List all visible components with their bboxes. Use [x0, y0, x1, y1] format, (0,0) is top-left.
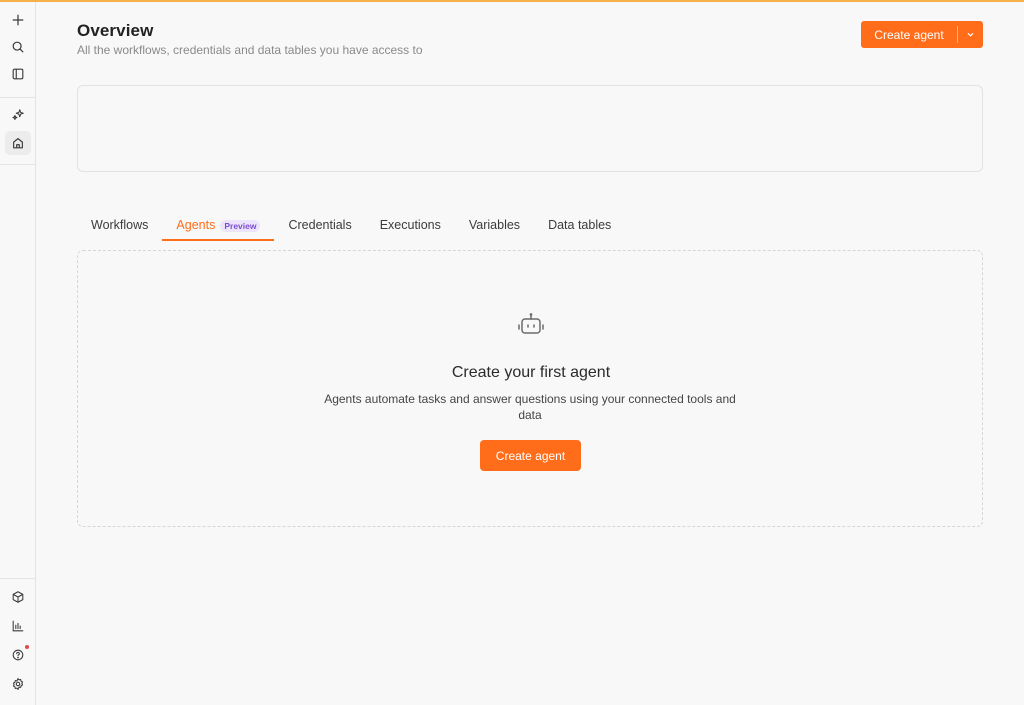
package-icon[interactable] — [5, 585, 31, 609]
sparkle-icon[interactable] — [5, 103, 31, 127]
empty-state-description: Agents automate tasks and answer questio… — [324, 392, 736, 422]
overview-banner — [77, 85, 983, 172]
tab-workflows[interactable]: Workflows — [77, 213, 162, 241]
tab-variables[interactable]: Variables — [455, 213, 534, 241]
plus-icon[interactable] — [5, 8, 31, 32]
page-subtitle: All the workflows, credentials and data … — [77, 43, 423, 57]
empty-state-card: Create your first agent Agents automate … — [77, 250, 983, 527]
search-icon[interactable] — [5, 35, 31, 59]
page-title: Overview — [77, 21, 154, 40]
tab-credentials[interactable]: Credentials — [274, 213, 365, 241]
tab-bar: Workflows Agents Preview Credentials Exe… — [77, 213, 625, 241]
sidebar — [0, 2, 36, 705]
create-agent-button[interactable]: Create agent — [861, 21, 957, 48]
settings-icon[interactable] — [5, 672, 31, 696]
tab-data-tables[interactable]: Data tables — [534, 213, 625, 241]
tab-label: Data tables — [548, 218, 612, 232]
preview-badge: Preview — [220, 220, 261, 232]
tab-executions[interactable]: Executions — [366, 213, 455, 241]
empty-state-title: Create your first agent — [451, 364, 611, 381]
notification-dot — [25, 645, 29, 649]
sidebar-divider — [0, 97, 35, 98]
tab-agents[interactable]: Agents Preview — [162, 213, 275, 241]
top-accent-line — [0, 0, 1024, 2]
panel-icon[interactable] — [5, 62, 31, 86]
sidebar-divider — [0, 164, 35, 165]
create-agent-button[interactable]: Create agent — [480, 440, 581, 471]
robot-icon — [516, 311, 546, 341]
chevron-down-icon[interactable] — [958, 21, 983, 48]
tab-label: Credentials — [288, 218, 352, 232]
tab-label: Executions — [379, 218, 441, 232]
sidebar-divider — [0, 578, 35, 579]
tab-label: Workflows — [91, 218, 149, 232]
tab-label: Variables — [468, 218, 521, 232]
help-icon[interactable] — [5, 643, 31, 667]
chart-icon[interactable] — [5, 614, 31, 638]
home-icon[interactable] — [5, 131, 31, 155]
create-agent-split-button: Create agent — [861, 21, 983, 48]
tab-label: Agents — [176, 218, 216, 232]
